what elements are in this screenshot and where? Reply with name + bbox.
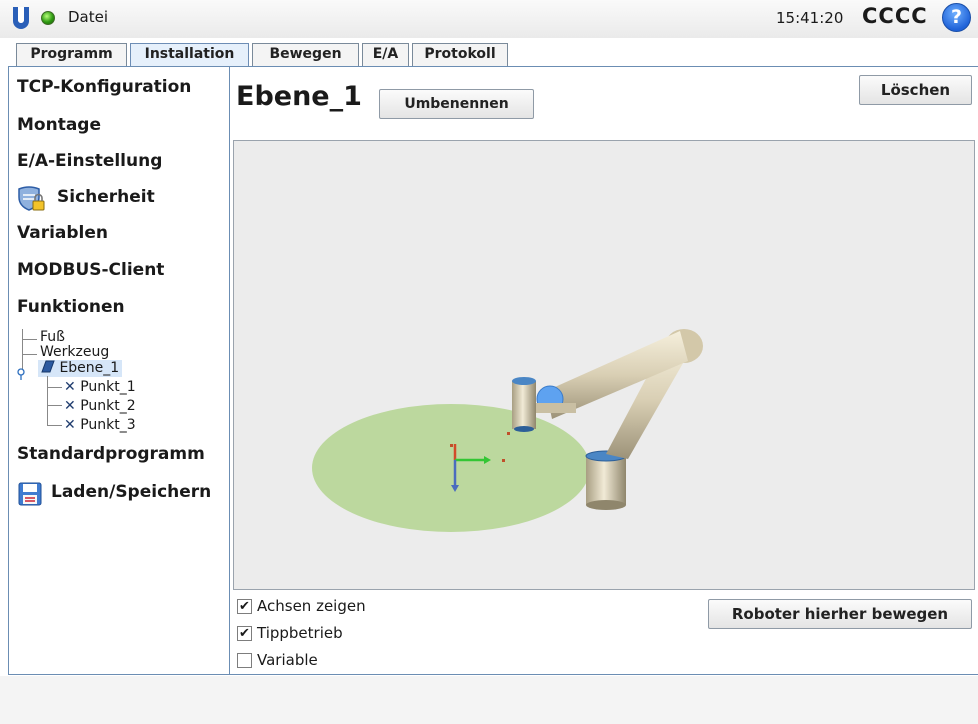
tree-item-label: Punkt_2 [80,398,136,414]
bottom-bar [0,676,978,724]
sidebar-item-tcp-konfiguration[interactable]: TCP-Konfiguration [17,77,191,97]
file-menu[interactable]: Datei [68,8,108,26]
plane-icon [41,360,55,373]
tree-item-label: Ebene_1 [59,360,120,376]
tree-item-ebene-1[interactable]: Ebene_1 [38,360,123,377]
tree-item-label: Punkt_1 [80,379,136,395]
floppy-disk-icon [18,482,42,506]
tab-installation[interactable]: Installation [130,43,249,66]
tree-item-fuss[interactable]: Fuß [40,329,65,345]
feature-title: Ebene_1 [236,81,362,112]
point-x-icon: ✕ [64,398,76,414]
sidebar-item-modbus-client[interactable]: MODBUS-Client [17,260,164,280]
tree-item-punkt-1[interactable]: ✕ Punkt_1 [64,379,136,395]
tree-connector [47,425,62,426]
tree-item-label: Punkt_3 [80,417,136,433]
plane-surface [312,404,590,532]
tree-connector [47,405,62,406]
sidebar-item-montage[interactable]: Montage [17,115,101,135]
tab-bewegen[interactable]: Bewegen [252,43,359,66]
rename-button[interactable]: Umbenennen [379,89,534,119]
installation-sidebar: TCP-Konfiguration Montage E/A-Einstellun… [8,66,230,675]
sidebar-item-label: Sicherheit [57,187,155,207]
tree-item-werkzeug[interactable]: Werkzeug [40,344,109,360]
sidebar-item-ea-einstellung[interactable]: E/A-Einstellung [17,151,162,171]
tree-connector [22,354,37,355]
tree-connector [22,329,23,369]
tab-protokoll[interactable]: Protokoll [412,43,508,66]
tree-collapse-icon[interactable] [16,365,26,380]
tree-connector [47,376,48,426]
robot-name: CCCC [862,4,928,28]
robot-status-icon [41,11,55,25]
3d-view[interactable] [233,140,975,590]
show-axes-checkbox[interactable]: ✔ [237,599,252,614]
tab-ea[interactable]: E/A [362,43,409,66]
point-x-icon: ✕ [64,417,76,433]
main-tabs: Programm Installation Bewegen E/A Protok… [0,40,978,66]
jog-mode-label: Tippbetrieb [257,624,343,642]
point-x-icon: ✕ [64,379,76,395]
move-robot-here-button[interactable]: Roboter hierher bewegen [708,599,972,629]
sidebar-item-standardprogramm[interactable]: Standardprogramm [17,444,205,464]
point-marker [450,444,453,447]
sidebar-item-funktionen[interactable]: Funktionen [17,297,125,317]
tree-item-punkt-2[interactable]: ✕ Punkt_2 [64,398,136,414]
delete-button[interactable]: Löschen [859,75,972,105]
tree-item-punkt-3[interactable]: ✕ Punkt_3 [64,417,136,433]
sidebar-item-variablen[interactable]: Variablen [17,223,108,243]
tab-programm[interactable]: Programm [16,43,127,66]
sidebar-item-label: Laden/Speichern [51,482,212,502]
help-icon[interactable]: ? [942,3,971,32]
clock: 15:41:20 [776,9,844,27]
shield-lock-icon [18,186,45,211]
tree-connector [47,387,62,388]
jog-mode-checkbox[interactable]: ✔ [237,626,252,641]
top-bar: Datei 15:41:20 CCCC ? [0,0,978,38]
show-axes-label: Achsen zeigen [257,597,366,615]
robot-3d-scene [312,329,703,532]
variable-checkbox[interactable] [237,653,252,668]
point-marker [507,432,510,435]
variable-label: Variable [257,651,318,669]
tree-connector [22,339,37,340]
ur-logo-icon [13,7,29,29]
point-marker [502,459,505,462]
feature-panel: Ebene_1 Umbenennen Löschen ✔ Achsen zeig… [230,66,978,675]
